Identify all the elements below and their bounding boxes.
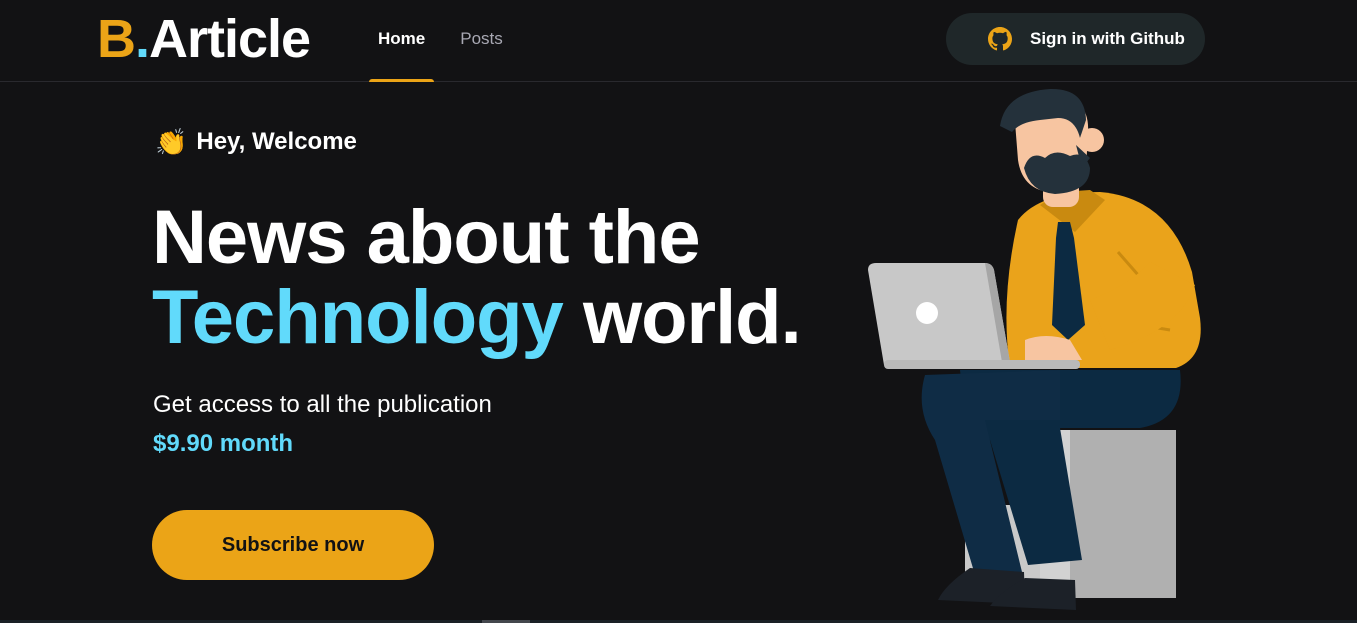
- hero-headline: News about the Technology world.: [152, 195, 802, 360]
- nav-posts-link[interactable]: Posts: [460, 0, 503, 82]
- headline-accent: Technology: [152, 275, 564, 360]
- clapping-hands-icon: 👏: [155, 127, 188, 157]
- sign-in-github-button[interactable]: Sign in with Github: [946, 13, 1205, 65]
- site-header: B.Article Home Posts Sign in with Github: [0, 0, 1357, 82]
- sign-in-github-label: Sign in with Github: [1030, 29, 1185, 48]
- nav-home-link[interactable]: Home: [369, 0, 435, 82]
- main-nav: Home Posts: [369, 0, 503, 82]
- welcome-line: 👏 Hey, Welcome: [155, 126, 357, 158]
- man-with-laptop-illustration: [868, 88, 1201, 610]
- logo-text: Article: [149, 9, 311, 69]
- subscription-price: $9.90 month: [153, 430, 294, 457]
- logo-letter: B: [97, 9, 136, 69]
- welcome-text: Hey, Welcome: [196, 128, 357, 155]
- page: B.Article Home Posts Sign in with Github…: [0, 0, 1357, 623]
- nav-posts-label: Posts: [460, 29, 503, 48]
- github-icon: [988, 27, 1012, 51]
- active-nav-indicator: [369, 79, 435, 82]
- hero-subtitle: Get access to all the publication: [153, 391, 492, 418]
- logo[interactable]: B.Article: [97, 8, 311, 70]
- subscribe-button[interactable]: Subscribe now: [152, 510, 434, 580]
- headline-line-1: News about the: [152, 195, 701, 280]
- nav-home-label: Home: [378, 29, 426, 48]
- logo-dot: .: [135, 9, 150, 69]
- headline-rest: world.: [582, 275, 802, 360]
